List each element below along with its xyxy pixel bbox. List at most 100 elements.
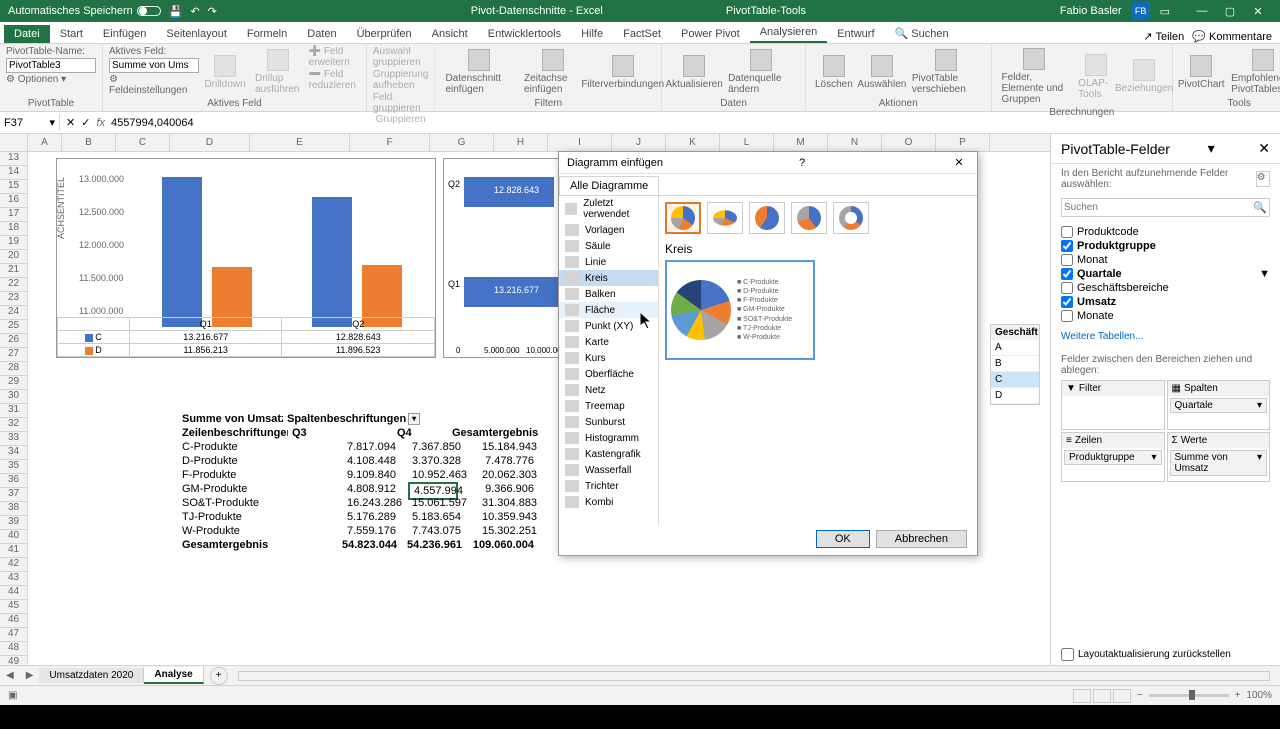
tab-einfugen[interactable]: Einfügen <box>93 25 156 43</box>
col-header-C[interactable]: C <box>116 134 170 151</box>
cancel-button[interactable]: Abbrechen <box>876 530 967 548</box>
recommended-pivot-button[interactable]: Empfohlene PivotTables <box>1227 46 1280 98</box>
chart-type-histogramm[interactable]: Histogramm <box>559 430 658 446</box>
field-umsatz[interactable]: Umsatz <box>1061 295 1270 309</box>
chart-type-trichter[interactable]: Trichter <box>559 478 658 494</box>
pivot-cell[interactable]: 4.808.912 <box>343 482 393 496</box>
fields-items-button[interactable]: Felder, Elemente und Gruppen <box>998 46 1071 107</box>
chart-type-vorlagen[interactable]: Vorlagen <box>559 222 658 238</box>
maximize-button[interactable]: ▢ <box>1216 1 1244 21</box>
col-header-H[interactable]: H <box>494 134 548 151</box>
row-header-48[interactable]: 48 <box>0 642 28 656</box>
tab-entwurf[interactable]: Entwurf <box>827 25 884 43</box>
row-header-41[interactable]: 41 <box>0 544 28 558</box>
row-header-39[interactable]: 39 <box>0 516 28 530</box>
columns-area[interactable]: ▦Spalten Quartale▾ <box>1167 380 1271 430</box>
values-item-umsatz[interactable]: Summe von Umsatz▾ <box>1170 450 1268 476</box>
user-name[interactable]: Fabio Basler <box>1060 5 1122 17</box>
row-header-21[interactable]: 21 <box>0 264 28 278</box>
embedded-hbar-chart[interactable]: Q2 12.828.643 Q1 13.216.677 0 5.000.000 … <box>443 158 563 358</box>
row-header-31[interactable]: 31 <box>0 404 28 418</box>
row-header-36[interactable]: 36 <box>0 474 28 488</box>
row-header-29[interactable]: 29 <box>0 376 28 390</box>
tab-daten[interactable]: Daten <box>297 25 346 43</box>
row-header-32[interactable]: 32 <box>0 418 28 432</box>
pie-subtype-3[interactable] <box>749 202 785 234</box>
col-header-O[interactable]: O <box>882 134 936 151</box>
chart-type-balken[interactable]: Balken <box>559 286 658 302</box>
col-header-A[interactable]: A <box>28 134 62 151</box>
pivot-cell[interactable]: 7.367.850 <box>408 440 458 454</box>
tab-hilfe[interactable]: Hilfe <box>571 25 613 43</box>
chart-type-wasserfall[interactable]: Wasserfall <box>559 462 658 478</box>
field-produktcode[interactable]: Produktcode <box>1061 225 1270 239</box>
filter-area[interactable]: ▼Filter <box>1061 380 1165 430</box>
select-all-corner[interactable] <box>0 134 28 151</box>
pane-close-button[interactable]: ✕ <box>1258 140 1270 157</box>
row-header-46[interactable]: 46 <box>0 614 28 628</box>
col-header-G[interactable]: G <box>430 134 494 151</box>
name-box[interactable]: F37▾ <box>0 114 60 131</box>
refresh-button[interactable]: Aktualisieren <box>668 46 720 98</box>
pivot-cell[interactable]: 10.359.943 <box>478 510 538 524</box>
insert-timeline-button[interactable]: Zeitachse einfügen <box>520 46 586 98</box>
field-checkbox[interactable] <box>1061 296 1073 308</box>
chart-type-linie[interactable]: Linie <box>559 254 658 270</box>
pivot-cell[interactable]: Gesamtergebnis <box>178 538 272 552</box>
tab-formeln[interactable]: Formeln <box>237 25 297 43</box>
field-geschäftsbereiche[interactable]: Geschäftsbereiche <box>1061 281 1270 295</box>
row-header-14[interactable]: 14 <box>0 166 28 180</box>
col-header-E[interactable]: E <box>250 134 350 151</box>
embedded-bar-chart[interactable]: ACHSENTITEL 13.000.00012.500.00012.000.0… <box>56 158 436 358</box>
pivot-cell[interactable]: SO&T-Produkte <box>178 496 263 510</box>
chart-type-treemap[interactable]: Treemap <box>559 398 658 414</box>
columns-item-quartale[interactable]: Quartale▾ <box>1170 398 1268 413</box>
filter-icon[interactable]: ▼ <box>1259 268 1270 280</box>
sheet-nav-prev[interactable]: ◀ <box>0 670 20 681</box>
row-header-13[interactable]: 13 <box>0 152 28 166</box>
row-header-45[interactable]: 45 <box>0 600 28 614</box>
row-header-30[interactable]: 30 <box>0 390 28 404</box>
move-pivot-button[interactable]: PivotTable verschieben <box>908 46 985 98</box>
pivot-cell[interactable]: 7.743.075 <box>408 524 458 538</box>
field-checkbox[interactable] <box>1061 254 1073 266</box>
col-header-L[interactable]: L <box>720 134 774 151</box>
row-header-34[interactable]: 34 <box>0 446 28 460</box>
row-header-15[interactable]: 15 <box>0 180 28 194</box>
confirm-formula-icon[interactable]: ✓ <box>81 116 90 129</box>
col-header-P[interactable]: P <box>936 134 990 151</box>
chart-type-oberflche[interactable]: Oberfläche <box>559 366 658 382</box>
chart-type-zuletztverwendet[interactable]: Zuletzt verwendet <box>559 196 658 222</box>
more-tables-link[interactable]: Weitere Tabellen... <box>1051 327 1280 346</box>
row-header-18[interactable]: 18 <box>0 222 28 236</box>
pie-subtype-1[interactable] <box>665 202 701 234</box>
row-header-20[interactable]: 20 <box>0 250 28 264</box>
col-header-B[interactable]: B <box>62 134 116 151</box>
save-icon[interactable]: 💾 <box>169 5 183 18</box>
row-header-26[interactable]: 26 <box>0 334 28 348</box>
pivot-cell[interactable]: 5.183.654 <box>408 510 458 524</box>
pane-settings-icon[interactable]: ⚙ <box>1256 171 1270 187</box>
pivot-cell[interactable]: 54.823.044 <box>338 538 393 552</box>
row-header-16[interactable]: 16 <box>0 194 28 208</box>
add-sheet-button[interactable]: + <box>210 667 228 685</box>
share-button[interactable]: ↗ Teilen <box>1143 30 1184 43</box>
autosave-toggle[interactable]: Automatisches Speichern <box>8 5 161 17</box>
tab-entwickler[interactable]: Entwicklertools <box>478 25 571 43</box>
options-button[interactable]: ⚙ Optionen ▾ <box>6 74 96 85</box>
ribbon-display-icon[interactable]: ▭ <box>1160 5 1170 18</box>
pivot-cell[interactable]: W-Produkte <box>178 524 244 538</box>
pivotchart-button[interactable]: PivotChart <box>1179 46 1223 98</box>
chart-type-punktxy[interactable]: Punkt (XY) <box>559 318 658 334</box>
slicer-item-A[interactable]: A <box>991 340 1039 356</box>
slicer-item-D[interactable]: D <box>991 388 1039 404</box>
pivot-cell[interactable]: D-Produkte <box>178 454 242 468</box>
pivot-cell[interactable]: 10.952.463 <box>408 468 458 482</box>
pivot-cell[interactable]: Spaltenbeschriftungen▾ <box>283 412 424 426</box>
tab-powerpivot[interactable]: Power Pivot <box>671 25 750 43</box>
zoom-out-button[interactable]: − <box>1137 690 1143 701</box>
col-header-J[interactable]: J <box>612 134 666 151</box>
field-monat[interactable]: Monat <box>1061 253 1270 267</box>
chart-preview[interactable]: ■ C-Produkte■ D-Produkte■ F-Produkte■ GM… <box>665 260 815 360</box>
chart-type-karte[interactable]: Karte <box>559 334 658 350</box>
